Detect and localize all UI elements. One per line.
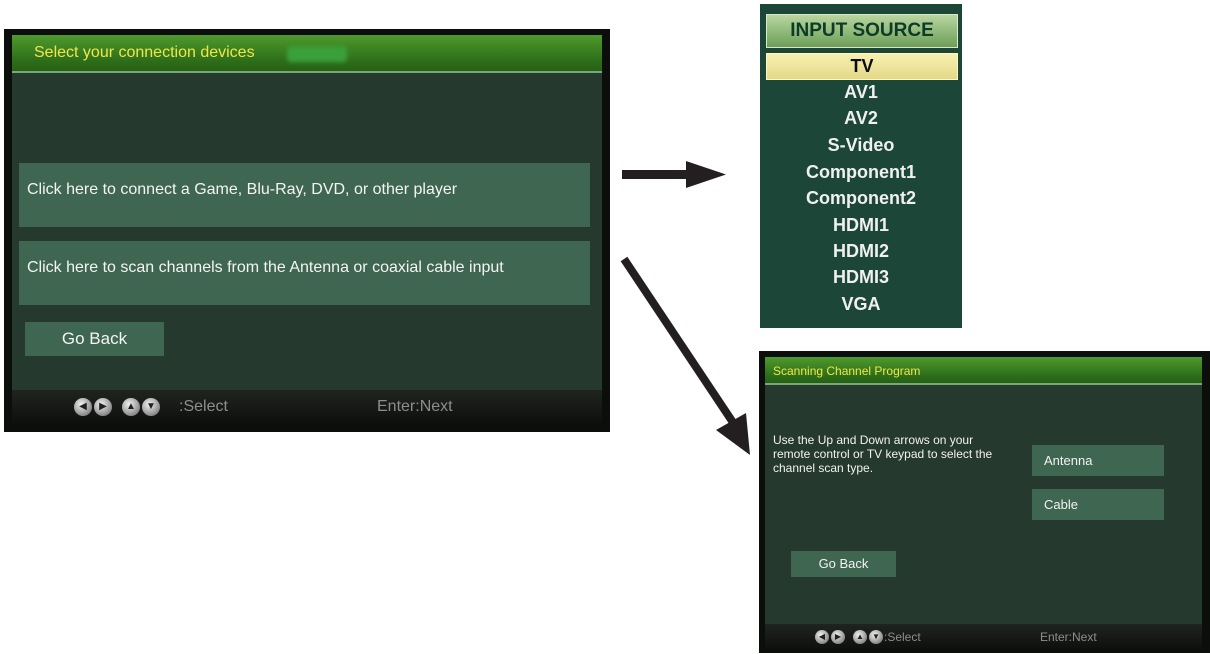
right-arrow-icon: ▶ — [94, 398, 112, 416]
input-item-av2[interactable]: AV2 — [766, 106, 956, 131]
scanning-channel-header: Scanning Channel Program — [765, 357, 1202, 385]
scan-instructions: Use the Up and Down arrows on your remot… — [773, 433, 993, 475]
footer-select-hint: :Select — [179, 398, 228, 415]
down-arrow-icon: ▼ — [869, 630, 883, 644]
scan-channels-label: Click here to scan channels from the Ant… — [27, 259, 504, 276]
input-item-vga[interactable]: VGA — [766, 292, 956, 317]
left-arrow-icon: ◀ — [74, 398, 92, 416]
right-arrow-icon: ▶ — [831, 630, 845, 644]
go-back-button[interactable]: Go Back — [25, 322, 164, 356]
input-item-av1[interactable]: AV1 — [766, 80, 956, 105]
input-item-component1[interactable]: Component1 — [766, 160, 956, 185]
scanning-channel-title: Scanning Channel Program — [773, 364, 921, 378]
scanning-channel-body: Scanning Channel Program Use the Up and … — [765, 357, 1202, 624]
antenna-label: Antenna — [1044, 453, 1093, 468]
footer-next-hint: Enter:Next — [377, 398, 453, 415]
go-back-label: Go Back — [61, 329, 128, 348]
input-item-hdmi1[interactable]: HDMI1 — [766, 213, 956, 238]
input-source-menu: INPUT SOURCE TV AV1 AV2 S-Video Componen… — [760, 4, 962, 328]
antenna-button[interactable]: Antenna — [1032, 445, 1164, 476]
input-item-hdmi3[interactable]: HDMI3 — [766, 265, 956, 290]
input-item-hdmi2[interactable]: HDMI2 — [766, 239, 956, 264]
footer-select-hint: :Select — [884, 630, 921, 644]
connect-player-label: Click here to connect a Game, Blu-Ray, D… — [27, 181, 458, 198]
connection-devices-screen: Select your connection devices Click her… — [4, 29, 610, 432]
cable-label: Cable — [1044, 497, 1078, 512]
up-arrow-icon: ▲ — [122, 398, 140, 416]
footer-next-hint: Enter:Next — [1040, 630, 1097, 644]
connect-player-option[interactable]: Click here to connect a Game, Blu-Ray, D… — [19, 163, 590, 227]
input-item-s-video[interactable]: S-Video — [766, 133, 956, 158]
down-arrow-icon: ▼ — [142, 398, 160, 416]
scan-channels-option[interactable]: Click here to scan channels from the Ant… — [19, 241, 590, 305]
arrow-to-input-source — [622, 161, 726, 188]
scanning-channel-footer: ◀ ▶ ▲ ▼ :Select Enter:Next — [765, 624, 1202, 650]
scanning-channel-screen: Scanning Channel Program Use the Up and … — [759, 351, 1210, 653]
scan-go-back-button[interactable]: Go Back — [791, 551, 896, 577]
up-arrow-icon: ▲ — [853, 630, 867, 644]
input-source-title: INPUT SOURCE — [766, 14, 958, 48]
input-item-component2[interactable]: Component2 — [766, 186, 956, 211]
connection-devices-header: Select your connection devices — [12, 35, 602, 73]
input-item-tv[interactable]: TV — [766, 53, 958, 80]
connection-devices-footer: ◀ ▶ ▲ ▼ :Select Enter:Next — [12, 390, 602, 424]
blurred-region — [287, 46, 347, 62]
connection-devices-title: Select your connection devices — [34, 44, 255, 61]
left-arrow-icon: ◀ — [815, 630, 829, 644]
connection-devices-body: Select your connection devices Click her… — [12, 35, 602, 390]
scan-go-back-label: Go Back — [818, 556, 869, 571]
nav-icons: ◀ ▶ ▲ ▼ — [815, 630, 883, 644]
cable-button[interactable]: Cable — [1032, 489, 1164, 520]
arrow-to-scanning-screen — [620, 256, 750, 455]
nav-icons: ◀ ▶ ▲ ▼ — [74, 398, 160, 416]
